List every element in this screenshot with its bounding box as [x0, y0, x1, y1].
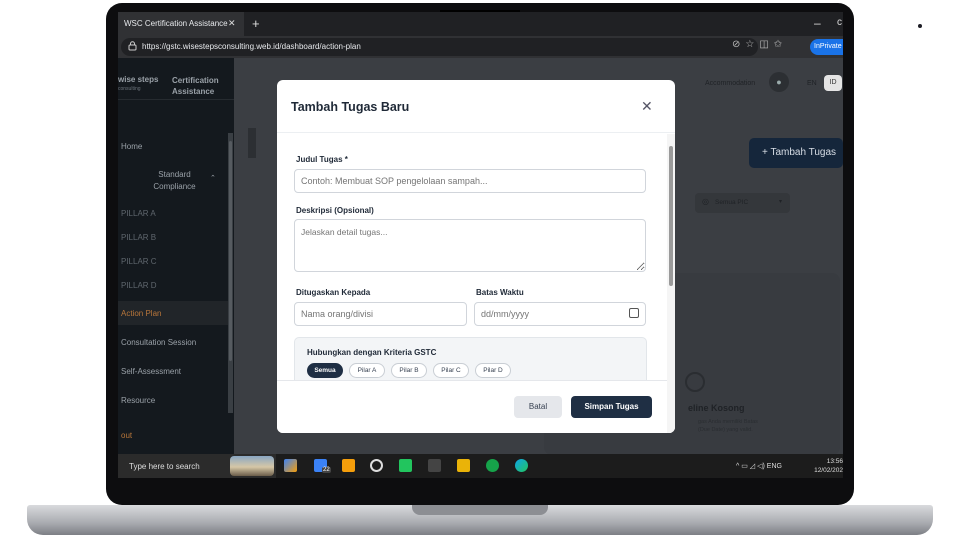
tab-close-icon[interactable]: ✕: [228, 18, 236, 29]
modal-footer: Batal Simpan Tugas: [277, 380, 675, 433]
sidebar-item-pillar-c[interactable]: PILLAR C: [118, 257, 228, 266]
window-close-button[interactable]: c: [837, 17, 842, 28]
sidebar-item-self-assessment[interactable]: Self-Assessment: [118, 367, 228, 376]
app-icon[interactable]: [399, 459, 412, 472]
description-label: Deskripsi (Opsional): [296, 206, 374, 215]
page-title-fragment: [248, 128, 256, 158]
taskbar-search-text: Type here to search: [129, 462, 200, 471]
chip-pilar-c[interactable]: Pilar C: [433, 363, 469, 378]
scrollbar-thumb[interactable]: [669, 146, 673, 286]
sidebar-scrollbar[interactable]: [228, 133, 233, 413]
notification-badge: 22: [322, 467, 331, 473]
camera-app-icon[interactable]: [428, 459, 441, 472]
whatsapp-icon[interactable]: [486, 459, 499, 472]
minimize-button[interactable]: –: [814, 16, 821, 30]
accommodation-label: Accommodation: [705, 80, 756, 87]
assignee-label: Ditugaskan Kepada: [296, 288, 371, 297]
sidebar-item-resource[interactable]: Resource: [118, 396, 228, 405]
add-task-modal: Tambah Tugas Baru ✕ Judul Tugas * Deskri…: [277, 80, 675, 433]
threads-icon[interactable]: [370, 459, 383, 472]
pic-filter-label: Semua PIC: [715, 199, 749, 206]
sidebar-item-pillar-a[interactable]: PILLAR A: [118, 209, 228, 218]
task-title-label: Judul Tugas *: [296, 155, 348, 164]
lang-id[interactable]: ID: [824, 75, 842, 91]
screen: WSC Certification Assistance ✕ + – c htt…: [118, 12, 843, 478]
taskbar-search[interactable]: Type here to search: [118, 454, 276, 478]
chip-semua[interactable]: Semua: [307, 363, 343, 378]
sidebar: wise steps consulting Certification Assis…: [118, 58, 234, 454]
brand-title: Certification Assistance: [172, 76, 219, 96]
sidebar-item-logout[interactable]: out: [118, 431, 228, 440]
search-highlight-image: [230, 456, 274, 476]
modal-scrollbar[interactable]: [667, 134, 675, 433]
windows-taskbar: Type here to search 22 ^ ▭ ◿ ◁) ENG 13:5…: [118, 454, 843, 478]
browser-tab[interactable]: WSC Certification Assistance ✕: [118, 12, 244, 36]
tab-title: WSC Certification Assistance: [124, 19, 228, 28]
modal-title: Tambah Tugas Baru: [291, 100, 410, 114]
sidebar-item-pillar-b[interactable]: PILLAR B: [118, 233, 228, 242]
calendar-icon[interactable]: [629, 308, 639, 318]
laptop-base-notch: [412, 505, 548, 515]
camera-icon: [918, 24, 922, 28]
system-tray[interactable]: ^ ▭ ◿ ◁) ENG: [736, 462, 782, 470]
brand-name: wise steps: [118, 75, 159, 84]
assignee-input[interactable]: [294, 302, 467, 326]
edge-icon[interactable]: [515, 459, 528, 472]
chip-pilar-d[interactable]: Pilar D: [475, 363, 511, 378]
user-circle-icon: ◎: [702, 197, 709, 206]
gstc-label: Hubungkan dengan Kriteria GSTC: [307, 348, 437, 357]
toolbar-icons[interactable]: ⊘☆◫✩: [732, 39, 787, 50]
cancel-button[interactable]: Batal: [514, 396, 562, 418]
browser-tab-bar: WSC Certification Assistance ✕ + – c: [118, 12, 843, 36]
clock-icon: [685, 372, 705, 392]
pic-filter-select[interactable]: Semua PIC ◎ ▾: [695, 193, 790, 213]
site-info-icon[interactable]: [128, 41, 137, 51]
chip-pilar-a[interactable]: Pilar A: [349, 363, 385, 378]
folder-icon[interactable]: [457, 459, 470, 472]
url-text: https://gstc.wisestepsconsulting.web.id/…: [142, 42, 361, 51]
chip-pilar-b[interactable]: Pilar B: [391, 363, 427, 378]
save-task-button[interactable]: Simpan Tugas: [571, 396, 652, 418]
brand: wise steps consulting Certification Assis…: [118, 58, 234, 100]
file-explorer-icon[interactable]: [342, 459, 355, 472]
chevron-up-icon: ⌃: [210, 175, 216, 182]
scrollbar-thumb[interactable]: [229, 141, 232, 361]
empty-timeline-title: eline Kosong: [688, 403, 745, 413]
copilot-icon[interactable]: [284, 459, 297, 472]
empty-timeline-subtitle: gas Anda memiliki Batas (Due Date) yang v…: [698, 419, 758, 433]
address-bar-row: https://gstc.wisestepsconsulting.web.id/…: [118, 36, 843, 58]
deadline-input[interactable]: [474, 302, 646, 326]
description-textarea[interactable]: [294, 219, 646, 272]
sidebar-item-standard-compliance[interactable]: Standard Compliance ⌃: [118, 163, 228, 195]
new-tab-button[interactable]: +: [252, 16, 260, 31]
user-avatar-icon[interactable]: ●: [769, 72, 789, 92]
modal-body: Judul Tugas * Deskripsi (Opsional) Ditug…: [277, 134, 675, 380]
brand-sub: consulting: [118, 86, 141, 92]
modal-close-icon[interactable]: ✕: [641, 98, 653, 115]
deadline-label: Batas Waktu: [476, 288, 524, 297]
chevron-down-icon: ▾: [779, 199, 783, 205]
gstc-criteria-panel: Hubungkan dengan Kriteria GSTC Semua Pil…: [294, 337, 647, 380]
inprivate-badge[interactable]: InPrivate: [810, 39, 843, 55]
input-language[interactable]: ENG: [767, 463, 782, 470]
lang-en[interactable]: EN: [807, 80, 817, 87]
sidebar-item-consultation[interactable]: Consultation Session: [118, 338, 228, 347]
sidebar-item-pillar-d[interactable]: PILLAR D: [118, 281, 228, 290]
task-title-input[interactable]: [294, 169, 646, 193]
modal-header: Tambah Tugas Baru ✕: [277, 80, 675, 133]
sidebar-item-home[interactable]: Home: [118, 134, 228, 158]
add-task-button[interactable]: + Tambah Tugas: [749, 138, 843, 168]
address-bar[interactable]: https://gstc.wisestepsconsulting.web.id/…: [121, 38, 758, 56]
taskbar-clock[interactable]: 13:56 12/02/202: [814, 457, 843, 475]
sidebar-item-action-plan[interactable]: Action Plan: [118, 301, 228, 325]
